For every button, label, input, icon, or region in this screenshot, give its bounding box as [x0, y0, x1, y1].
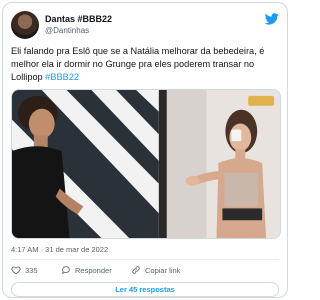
heart-icon	[11, 266, 21, 275]
twitter-bird-icon[interactable]	[265, 13, 279, 25]
reply-label: Responder	[75, 265, 112, 275]
copy-link-label: Copiar link	[145, 265, 181, 275]
tweet-header: Dantas #BBB22 @Dantinhas	[11, 11, 279, 41]
tweet-card: Dantas #BBB22 @Dantinhas Eli falando pra…	[2, 2, 288, 298]
tweet-timestamp[interactable]: 4:17 AM · 31 de mar de 2022	[11, 245, 108, 254]
link-icon	[132, 266, 140, 274]
divider	[11, 259, 279, 260]
tweet-actions: 335 Responder Copiar link	[11, 265, 279, 279]
like-button[interactable]: 335	[11, 265, 38, 275]
author-info[interactable]: Dantas #BBB22 @Dantinhas	[45, 13, 112, 36]
hashtag-link[interactable]: #BBB22	[45, 72, 79, 82]
reply-button[interactable]: Responder	[61, 265, 112, 275]
author-display-name[interactable]: Dantas #BBB22	[45, 13, 112, 25]
like-count: 335	[25, 265, 38, 275]
media-photo	[12, 90, 280, 238]
author-avatar[interactable]	[11, 11, 39, 39]
reply-bubble-icon	[62, 266, 70, 275]
copy-link-button[interactable]: Copiar link	[131, 265, 180, 275]
read-replies-button[interactable]: Ler 45 respostas	[11, 282, 279, 297]
tweet-media-image[interactable]	[11, 89, 281, 239]
tweet-text: Eli falando pra Eslô que se a Natália me…	[11, 45, 283, 84]
author-handle[interactable]: @Dantinhas	[45, 25, 112, 36]
